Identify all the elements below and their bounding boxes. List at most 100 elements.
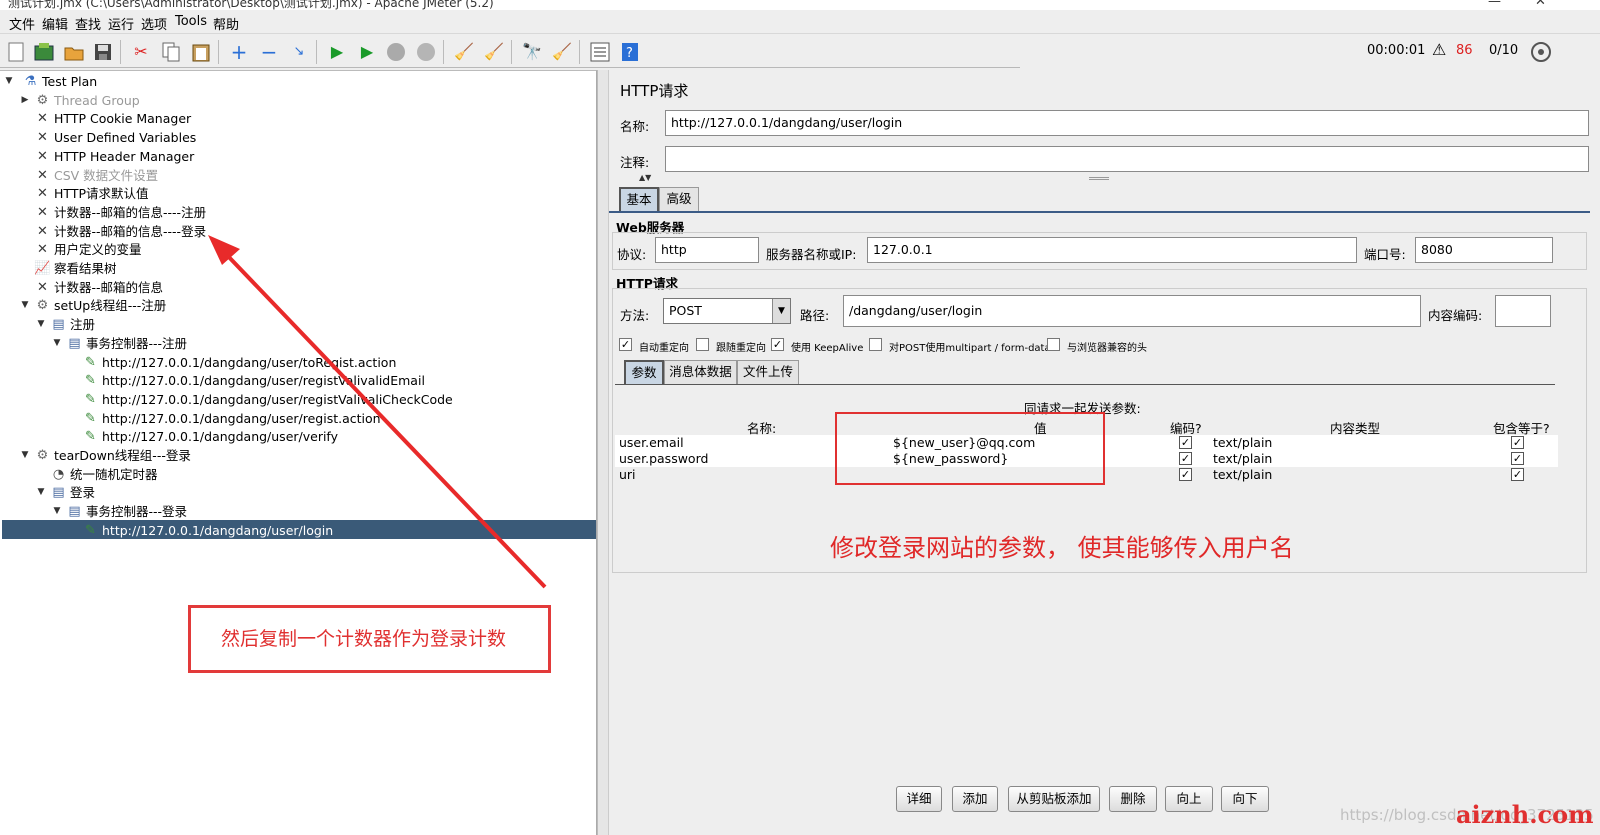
open-icon[interactable] [63, 41, 85, 63]
param-name-cell[interactable]: user.email [619, 435, 684, 451]
param-content-type-cell[interactable]: text/plain [1213, 467, 1272, 483]
http-request-panel: HTTP请求 名称: http://127.0.0.1/dangdang/use… [609, 70, 1600, 835]
encode-checkbox[interactable]: ✓ [1179, 436, 1192, 449]
option-label: 自动重定向 [639, 343, 689, 354]
comment-field[interactable] [665, 146, 1589, 172]
search-icon[interactable]: 🔭 [521, 41, 543, 63]
toolbar: ✂ + − ↘ ▶ ▶ 🧹 🧹 🔭 🧹 ? 00:00:01 ⚠ 86 0/10 [0, 34, 1600, 70]
comment-label: 注释: [620, 155, 650, 170]
path-field[interactable]: /dangdang/user/login [843, 295, 1421, 327]
copy-icon[interactable] [160, 41, 182, 63]
tab-advanced[interactable]: 高级 [659, 187, 699, 211]
encode-checkbox[interactable]: ✓ [1179, 452, 1192, 465]
warning-count[interactable]: 86 [1456, 43, 1473, 58]
protocol-field[interactable]: http [655, 237, 759, 263]
pane-splitter[interactable] [597, 70, 609, 835]
subtab-underline [615, 384, 1555, 385]
menu-file[interactable]: 文件 [9, 14, 35, 33]
tab-underline [609, 211, 1590, 213]
menu-search[interactable]: 查找 [75, 14, 101, 33]
stop-icon[interactable] [385, 41, 407, 63]
toggle-icon[interactable]: ↘ [288, 41, 310, 63]
encoding-label: 内容编码: [1428, 308, 1483, 323]
watermark-brand: aiznh.com [1456, 800, 1594, 829]
panel-title: HTTP请求 [620, 82, 689, 100]
encode-checkbox[interactable]: ✓ [1179, 468, 1192, 481]
menu-tools[interactable]: Tools [175, 14, 207, 29]
toolbar-separator [579, 40, 580, 64]
option-checkbox[interactable] [1047, 338, 1060, 351]
tab-body-data[interactable]: 消息体数据 [664, 360, 737, 384]
option-label: 对POST使用multipart / form-data [889, 343, 1051, 354]
toolbar-separator [316, 40, 317, 64]
menu-edit[interactable]: 编辑 [42, 14, 68, 33]
port-field[interactable]: 8080 [1415, 237, 1553, 263]
remote-status-icon[interactable] [1530, 41, 1552, 63]
close-button[interactable]: ✕ [1535, 0, 1546, 9]
tab-parameters[interactable]: 参数 [624, 360, 664, 384]
menu-run[interactable]: 运行 [108, 14, 134, 33]
save-icon[interactable] [92, 41, 114, 63]
option-checkbox[interactable] [696, 338, 709, 351]
tab-basic[interactable]: 基本 [619, 187, 659, 211]
cut-icon[interactable]: ✂ [130, 41, 152, 63]
option-checkbox[interactable]: ✓ [771, 338, 784, 351]
function-helper-icon[interactable] [589, 41, 611, 63]
annotation-note-text: 然后复制一个计数器作为登录计数 [221, 628, 507, 650]
add-button[interactable]: 添加 [952, 786, 998, 812]
annotation-highlight-box [835, 412, 1105, 485]
reset-search-icon[interactable]: 🧹 [551, 41, 573, 63]
delete-button[interactable]: 删除 [1109, 786, 1157, 812]
port-label: 端口号: [1364, 247, 1406, 262]
tab-file-upload[interactable]: 文件上传 [737, 360, 799, 384]
menu-options[interactable]: 选项 [141, 14, 167, 33]
option-checkbox[interactable]: ✓ [619, 338, 632, 351]
encoding-field[interactable] [1495, 295, 1551, 327]
start-no-pause-icon[interactable]: ▶ [356, 41, 378, 63]
toolbar-separator [120, 40, 121, 64]
include-equals-checkbox[interactable]: ✓ [1511, 436, 1524, 449]
minimize-button[interactable]: — [1488, 0, 1501, 9]
new-icon[interactable] [5, 41, 27, 63]
toolbar-separator [218, 40, 219, 64]
param-name-cell[interactable]: uri [619, 467, 636, 483]
server-field[interactable]: 127.0.0.1 [867, 237, 1357, 263]
templates-icon[interactable] [33, 41, 55, 63]
clear-icon[interactable]: 🧹 [453, 41, 475, 63]
param-content-type-cell[interactable]: text/plain [1213, 435, 1272, 451]
test-plan-tree: ▼ ⚗ Test Plan ▶ ⚙ Thread Group ✕ HTTP Cookie Ma… [0, 70, 597, 835]
method-select-value: POST [669, 303, 702, 318]
collapse-icon[interactable]: − [258, 41, 280, 63]
active-threads: 0/10 [1489, 43, 1519, 58]
annotation-note-box: 然后复制一个计数器作为登录计数 [188, 605, 551, 673]
paste-icon[interactable] [190, 41, 212, 63]
detail-button[interactable]: 详细 [896, 786, 942, 812]
window-titlebar: 测试计划.jmx (C:\Users\Administrator\Desktop… [0, 0, 1600, 10]
menu-help[interactable]: 帮助 [213, 14, 239, 33]
option-checkbox[interactable] [869, 338, 882, 351]
start-icon[interactable]: ▶ [326, 41, 348, 63]
clear-all-icon[interactable]: 🧹 [483, 41, 505, 63]
include-equals-checkbox[interactable]: ✓ [1511, 468, 1524, 481]
name-field[interactable]: http://127.0.0.1/dangdang/user/login [665, 110, 1589, 136]
name-label: 名称: [620, 119, 650, 134]
chevron-down-icon[interactable]: ▼ [772, 299, 790, 323]
menu-bar: 文件 编辑 查找 运行 选项 Tools 帮助 [0, 10, 1600, 34]
expand-icon[interactable]: + [228, 41, 250, 63]
add-from-clipboard-button[interactable]: 从剪贴板添加 [1008, 786, 1100, 812]
method-select[interactable]: POST ▼ [663, 298, 791, 324]
warning-icon[interactable]: ⚠ [1432, 40, 1446, 59]
move-up-button[interactable]: 向上 [1165, 786, 1213, 812]
shutdown-icon[interactable] [415, 41, 437, 63]
collapse-arrows-icon[interactable]: ▲▼ [639, 173, 651, 182]
include-equals-checkbox[interactable]: ✓ [1511, 452, 1524, 465]
move-down-button[interactable]: 向下 [1221, 786, 1269, 812]
param-name-cell[interactable]: user.password [619, 451, 708, 467]
server-label: 服务器名称或IP: [766, 247, 857, 262]
toolbar-separator [511, 40, 512, 64]
help-icon[interactable]: ? [619, 41, 641, 63]
annotation-arrow [208, 235, 547, 589]
option-label: 与浏览器兼容的头 [1067, 343, 1147, 354]
drag-handle[interactable] [1089, 177, 1109, 180]
param-content-type-cell[interactable]: text/plain [1213, 451, 1272, 467]
